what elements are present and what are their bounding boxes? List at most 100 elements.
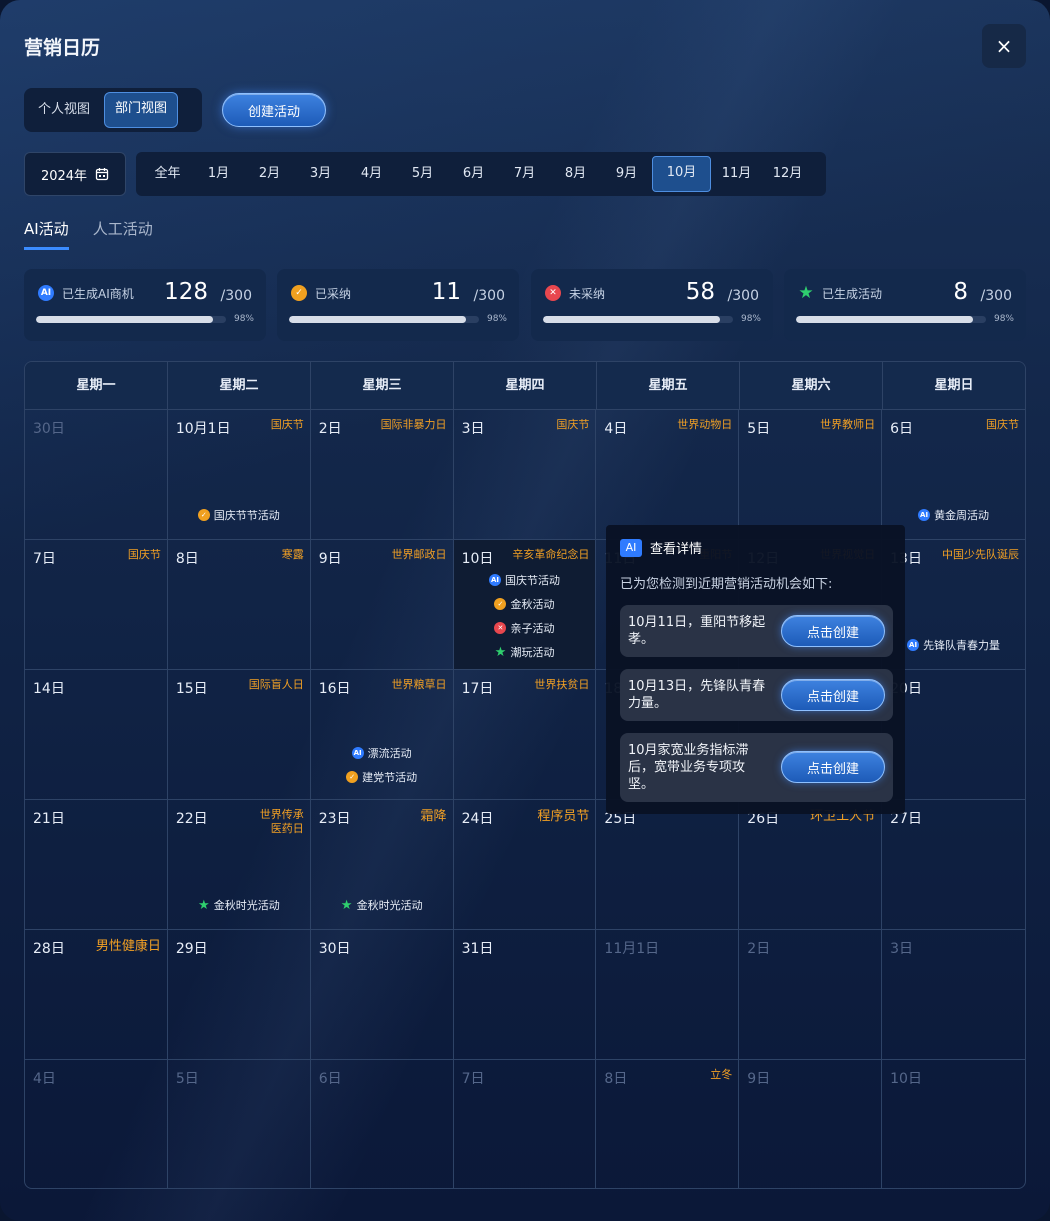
year-label: 2024年	[40, 168, 88, 184]
click-create-button[interactable]: 点击创建	[781, 615, 885, 647]
calendar-day-cell[interactable]: 7日	[454, 1060, 597, 1188]
activity-item[interactable]: AI 漂流活动	[351, 745, 412, 761]
calendar-day-cell[interactable]: 4日	[25, 1060, 168, 1188]
year-picker[interactable]: 2024年	[24, 152, 126, 196]
month-3[interactable]: 3月	[295, 157, 346, 191]
close-button[interactable]: ×	[982, 24, 1026, 68]
calendar-day-cell[interactable]: 7日 国庆节	[25, 540, 168, 670]
festival-label: 国庆节	[270, 418, 304, 431]
stat-total: /300	[220, 288, 252, 304]
calendar-day-cell[interactable]: 6日	[311, 1060, 454, 1188]
calendar-day-cell[interactable]: 25日	[596, 800, 740, 930]
activity-item[interactable]: ✓ 金秋活动	[494, 596, 554, 612]
weekday-label: 星期日	[934, 378, 974, 393]
day-number: 2日	[747, 941, 771, 957]
calendar-day-cell[interactable]: 26日 环卫工人节	[739, 800, 883, 930]
festival-label: 中国少先队诞辰	[942, 548, 1019, 561]
calendar-day-cell[interactable]: 10日 辛亥革命纪念日 AI 国庆节活动 ✓ 金秋活动 ✕ 亲子活动 ★ 潮玩活动	[453, 540, 597, 670]
calendar-day-cell[interactable]: 9日 世界邮政日	[310, 540, 454, 670]
calendar-day-cell[interactable]: 3日	[882, 930, 1025, 1060]
month-12[interactable]: 12月	[762, 157, 813, 191]
calendar-day-cell[interactable]: 30日	[310, 930, 454, 1060]
stat-percent: 98%	[740, 314, 761, 324]
activity-item[interactable]: ✕亲子活动	[494, 620, 554, 636]
activity-item[interactable]: AI国庆节活动	[488, 572, 560, 588]
activity-list: ✓ 国庆节节活动	[168, 507, 310, 523]
month-6[interactable]: 6月	[448, 157, 499, 191]
calendar-day-cell[interactable]: 8日 立冬	[596, 1060, 740, 1188]
month-2[interactable]: 2月	[244, 157, 295, 191]
calendar-day-cell[interactable]: 8日 寒露	[167, 540, 311, 670]
calendar-day-cell[interactable]: 5日 世界教师日	[739, 410, 883, 540]
day-number: 6日	[318, 1071, 342, 1087]
month-5[interactable]: 5月	[397, 157, 448, 191]
activity-item[interactable]: ✓ 国庆节节活动	[197, 507, 280, 523]
calendar-day-cell[interactable]: 10月1日 国庆节 ✓ 国庆节节活动	[167, 410, 311, 540]
check-icon: ✓	[197, 509, 210, 521]
calendar-day-cell[interactable]: 11月1日	[596, 930, 740, 1060]
click-create-button[interactable]: 点击创建	[781, 679, 885, 711]
festival-label: 国际盲人日	[248, 678, 304, 691]
day-number: 11月1日	[604, 941, 660, 957]
check-icon: ✓	[291, 285, 307, 301]
calendar-day-cell[interactable]: 3日 国庆节	[453, 410, 597, 540]
calendar-day-cell[interactable]: 17日 世界扶贫日	[453, 670, 597, 800]
calendar-day-cell[interactable]: 24日 程序员节	[453, 800, 597, 930]
calendar-day-cell[interactable]: 10日	[882, 1060, 1025, 1188]
tab-manual-activity[interactable]: 人工活动	[93, 218, 153, 250]
weekday-label: 星期一	[25, 362, 168, 409]
calendar-day-cell[interactable]: 27日	[882, 800, 1025, 930]
calendar-day-cell[interactable]: 30日	[25, 410, 168, 540]
activity-item[interactable]: ★ 金秋时光活动	[198, 897, 280, 913]
calendar-day-cell[interactable]: 9日	[739, 1060, 883, 1188]
calendar-day-cell[interactable]: 2日 国际非暴力日	[310, 410, 454, 540]
tab-ai-activity[interactable]: AI活动	[24, 218, 69, 250]
day-number: 8日	[604, 1071, 628, 1087]
activity-item[interactable]: ★ 潮玩活动	[494, 644, 555, 660]
activity-item[interactable]: AI 先锋队青春力量	[907, 637, 1000, 653]
activity-item[interactable]: ★ 金秋时光活动	[341, 897, 423, 913]
day-number: 31日	[461, 941, 494, 957]
stat-progress-bar	[36, 316, 226, 323]
month-8[interactable]: 8月	[550, 157, 601, 191]
festival-label: 霜降	[420, 809, 447, 824]
department-view-tab[interactable]: 部门视图	[104, 92, 179, 128]
calendar-day-cell[interactable]: 14日	[25, 670, 168, 800]
activity-item[interactable]: AI 黄金周活动	[918, 507, 989, 523]
activity-item[interactable]: ✓ 建党节活动	[346, 769, 417, 785]
month-1[interactable]: 1月	[193, 157, 244, 191]
stat-total: /300	[473, 288, 505, 304]
calendar-day-cell[interactable]: 29日	[167, 930, 311, 1060]
calendar-day-cell[interactable]: 5日	[168, 1060, 311, 1188]
month-4[interactable]: 4月	[346, 157, 397, 191]
stat-percent: 98%	[233, 314, 254, 324]
calendar-day-cell[interactable]: 22日 世界传承 医药日 ★ 金秋时光活动	[167, 800, 311, 930]
personal-view-tab[interactable]: 个人视图	[28, 93, 100, 127]
activity-label: 国庆节活动	[504, 574, 560, 587]
month-11[interactable]: 11月	[711, 157, 762, 191]
month-7[interactable]: 7月	[499, 157, 550, 191]
month-9[interactable]: 9月	[601, 157, 652, 191]
calendar-day-cell[interactable]: 2日	[739, 930, 883, 1060]
activity-list: ★ 金秋时光活动	[311, 897, 453, 913]
month-10[interactable]: 10月	[652, 156, 711, 192]
calendar-icon	[95, 168, 109, 181]
popup-item: 10月11日，重阳节移起孝。 点击创建	[620, 605, 893, 657]
calendar-day-cell[interactable]: 4日 世界动物日	[596, 410, 740, 540]
month-all[interactable]: 全年	[142, 157, 193, 191]
calendar-day-cell[interactable]: 28日 男性健康日	[25, 930, 168, 1060]
calendar-day-cell[interactable]: 23日 霜降 ★ 金秋时光活动	[310, 800, 454, 930]
star-icon: ★	[340, 897, 353, 913]
click-create-button[interactable]: 点击创建	[781, 751, 885, 783]
calendar-day-cell[interactable]: 15日 国际盲人日	[167, 670, 311, 800]
calendar-day-cell[interactable]: 6日 国庆节 AI 黄金周活动	[882, 410, 1025, 540]
day-number: 24日	[461, 811, 494, 827]
calendar-day-cell[interactable]: 21日	[25, 800, 168, 930]
popup-item: 10月13日，先锋队青春力量。 点击创建	[620, 669, 893, 721]
calendar-day-cell[interactable]: 31日	[453, 930, 597, 1060]
stat-label: 未采纳	[569, 287, 606, 301]
calendar-day-cell[interactable]: 16日 世界粮草日 AI 漂流活动 ✓ 建党节活动	[310, 670, 454, 800]
day-number: 3日	[890, 941, 914, 957]
day-number: 23日	[318, 811, 351, 827]
create-activity-button[interactable]: 创建活动	[222, 93, 326, 127]
